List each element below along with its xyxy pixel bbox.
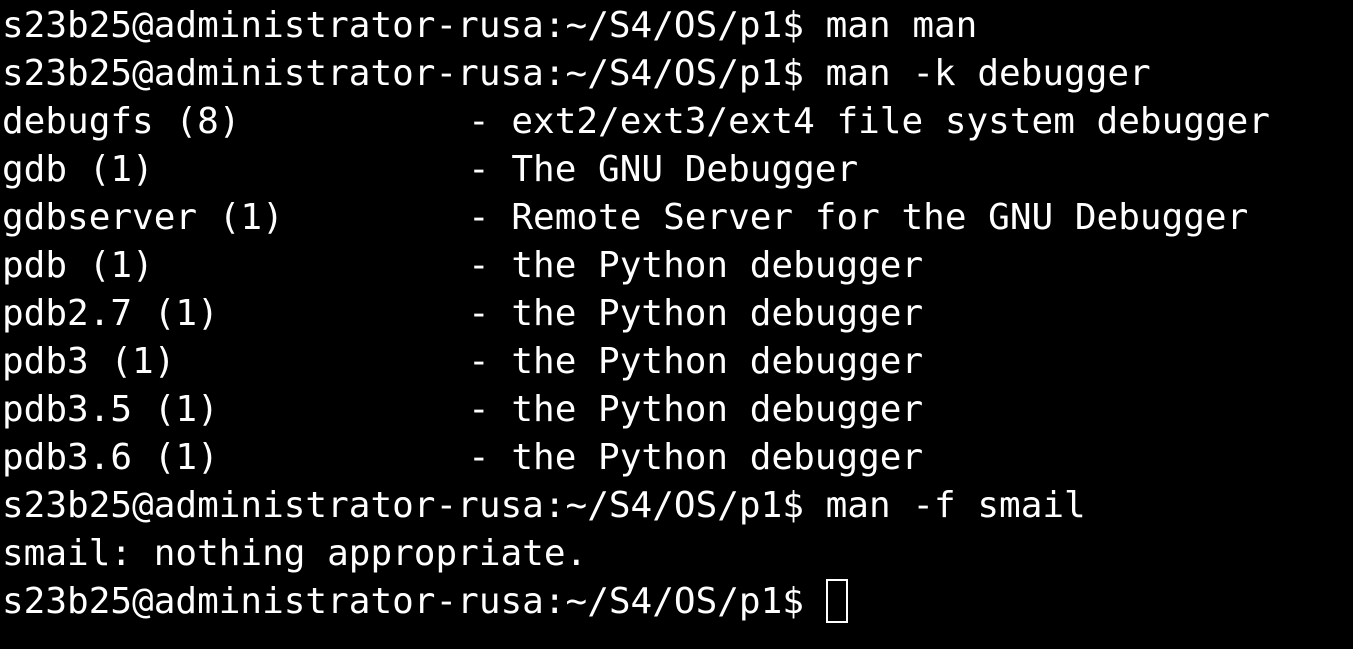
shell-prompt: s23b25@administrator-rusa:~/S4/OS/p1$ [2, 5, 804, 46]
result-description: - Remote Server for the GNU Debugger [468, 197, 1249, 238]
result-description: - ext2/ext3/ext4 file system debugger [468, 101, 1270, 142]
result-row: pdb2.7 (1) - the Python debugger [0, 290, 1353, 338]
shell-prompt: s23b25@administrator-rusa:~/S4/OS/p1$ [2, 485, 804, 526]
shell-prompt: s23b25@administrator-rusa:~/S4/OS/p1$ [2, 581, 804, 622]
result-name: gdbserver (1) [2, 197, 284, 238]
whatis-output: smail: nothing appropriate. [2, 533, 588, 574]
result-row: pdb3 (1) - the Python debugger [0, 338, 1353, 386]
command-text: man -f smail [825, 485, 1086, 526]
result-row: debugfs (8) - ext2/ext3/ext4 file system … [0, 98, 1353, 146]
result-description: - the Python debugger [468, 293, 924, 334]
result-name: pdb (1) [2, 245, 154, 286]
result-name: gdb (1) [2, 149, 154, 190]
block-cursor-icon[interactable] [825, 579, 848, 623]
result-description: - the Python debugger [468, 341, 924, 382]
result-description: - The GNU Debugger [468, 149, 859, 190]
result-name: pdb3.5 (1) [2, 389, 219, 430]
result-name: pdb3 (1) [2, 341, 176, 382]
command-line-1: s23b25@administrator-rusa:~/S4/OS/p1$ ma… [0, 2, 1353, 50]
result-name: pdb2.7 (1) [2, 293, 219, 334]
command-line-3: s23b25@administrator-rusa:~/S4/OS/p1$ ma… [0, 482, 1353, 530]
whatis-output-line: smail: nothing appropriate. [0, 530, 1353, 578]
result-row: gdbserver (1) - Remote Server for the GNU… [0, 194, 1353, 242]
result-description: - the Python debugger [468, 389, 924, 430]
active-prompt-line[interactable]: s23b25@administrator-rusa:~/S4/OS/p1$ [0, 578, 1353, 626]
shell-prompt: s23b25@administrator-rusa:~/S4/OS/p1$ [2, 53, 804, 94]
result-row: pdb (1) - the Python debugger [0, 242, 1353, 290]
result-description: - the Python debugger [468, 245, 924, 286]
result-description: - the Python debugger [468, 437, 924, 478]
result-row: pdb3.5 (1) - the Python debugger [0, 386, 1353, 434]
command-text: man man [825, 5, 978, 46]
command-line-2: s23b25@administrator-rusa:~/S4/OS/p1$ ma… [0, 50, 1353, 98]
result-name: debugfs (8) [2, 101, 241, 142]
result-name: pdb3.6 (1) [2, 437, 219, 478]
command-text: man -k debugger [825, 53, 1151, 94]
result-row: gdb (1) - The GNU Debugger [0, 146, 1353, 194]
terminal-window[interactable]: s23b25@administrator-rusa:~/S4/OS/p1$ ma… [0, 0, 1353, 649]
result-row: pdb3.6 (1) - the Python debugger [0, 434, 1353, 482]
